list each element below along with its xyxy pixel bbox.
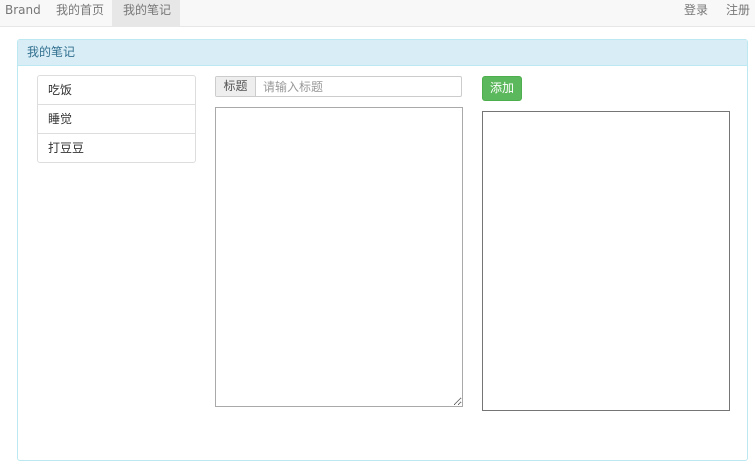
nav-item-notes[interactable]: 我的笔记 — [112, 0, 180, 26]
add-button[interactable]: 添加 — [482, 76, 522, 101]
note-item-sleep[interactable]: 睡觉 — [37, 104, 196, 134]
title-addon-label: 标题 — [216, 77, 256, 96]
title-input-group: 标题 — [215, 76, 462, 97]
nav-item-notes-label: 我的笔记 — [123, 3, 172, 17]
note-item-dadoudou[interactable]: 打豆豆 — [37, 133, 196, 163]
nav-item-home[interactable]: 我的首页 — [56, 0, 104, 26]
nav-item-login[interactable]: 登录 — [684, 0, 708, 26]
panel-heading: 我的笔记 — [18, 40, 747, 66]
note-content-textarea[interactable] — [215, 107, 463, 407]
title-input[interactable] — [257, 77, 461, 96]
note-item-eat[interactable]: 吃饭 — [37, 75, 196, 105]
navbar: Brand 我的首页 我的笔记 登录 注册 — [0, 0, 755, 27]
navbar-brand[interactable]: Brand — [5, 0, 41, 26]
nav-item-register[interactable]: 注册 — [726, 0, 750, 26]
notes-panel: 我的笔记 吃饭 睡觉 打豆豆 标题 添加 — [17, 39, 748, 461]
notes-list: 吃饭 睡觉 打豆豆 — [37, 75, 196, 163]
note-preview-box — [482, 111, 730, 411]
